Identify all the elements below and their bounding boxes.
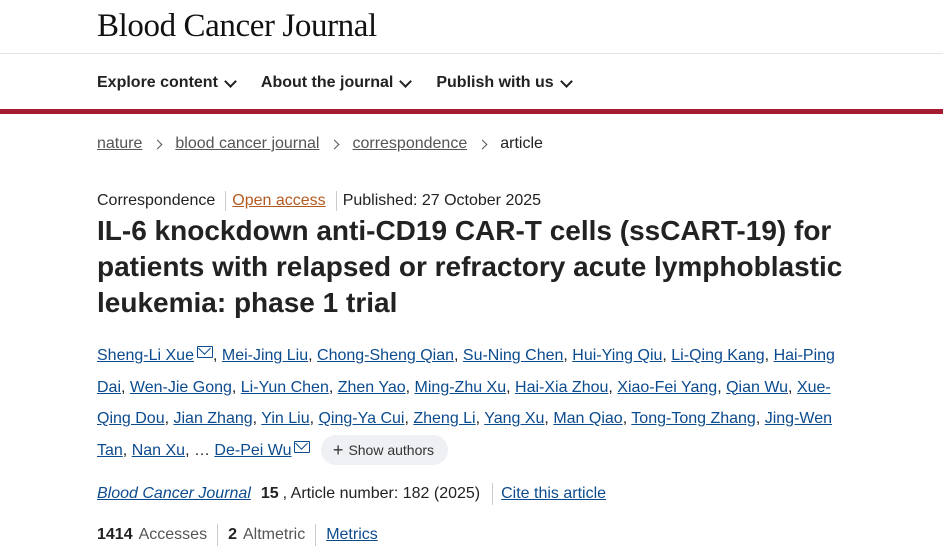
chevron-right-icon xyxy=(330,139,340,149)
citation-volume: 15 xyxy=(260,485,279,502)
chevron-down-icon xyxy=(224,74,237,88)
main-nav: Explore content About the journal Publis… xyxy=(97,66,597,100)
show-authors-label: Show authors xyxy=(348,441,435,458)
published-date: Published: 27 October 2025 xyxy=(342,192,542,209)
author-link[interactable]: Li-Yun Chen xyxy=(241,379,329,396)
breadcrumb: nature blood cancer journal corresponden… xyxy=(97,135,543,153)
author-link[interactable]: Sheng-Li Xue xyxy=(97,347,194,364)
author-list: Sheng-Li Xue, Mei-Jing Liu, Chong-Sheng … xyxy=(97,340,857,466)
divider xyxy=(217,524,219,546)
metrics-link[interactable]: Metrics xyxy=(326,526,378,544)
nav-label: Explore content xyxy=(97,74,218,91)
author-link[interactable]: Tong-Tong Zhang xyxy=(631,410,756,427)
author-link[interactable]: Ming-Zhu Xu xyxy=(415,379,507,396)
journal-title[interactable]: Blood Cancer Journal xyxy=(97,6,377,46)
citation-line: Blood Cancer Journal 15 , Article number… xyxy=(97,483,606,505)
altmetric-label: Altmetric xyxy=(242,526,306,543)
header-divider xyxy=(0,53,943,54)
nav-label: Publish with us xyxy=(436,74,554,91)
nav-about-the-journal[interactable]: About the journal xyxy=(260,74,413,92)
breadcrumb-current: article xyxy=(500,135,543,152)
author-link[interactable]: Zhen Yao xyxy=(338,379,406,396)
journal-logo[interactable]: Blood Cancer Journal xyxy=(97,6,377,50)
divider xyxy=(492,483,494,505)
breadcrumb-nature[interactable]: nature xyxy=(97,135,142,153)
author-link[interactable]: De-Pei Wu xyxy=(214,442,291,459)
chevron-down-icon xyxy=(559,74,573,88)
article-metrics: 1414 Accesses 2 Altmetric Metrics xyxy=(97,524,378,546)
author-link[interactable]: Xiao-Fei Yang xyxy=(617,379,717,396)
breadcrumb-correspondence[interactable]: correspondence xyxy=(352,135,467,153)
divider xyxy=(225,191,227,211)
citation-article-number: , Article number: 182 (2025) xyxy=(282,485,481,502)
author-link[interactable]: Su-Ning Chen xyxy=(463,347,564,364)
article-type: Correspondence xyxy=(97,192,216,209)
breadcrumb-blood-cancer-journal[interactable]: blood cancer journal xyxy=(175,135,319,153)
nav-label: About the journal xyxy=(260,74,394,91)
author-link[interactable]: Mei-Jing Liu xyxy=(222,347,308,364)
accent-bar xyxy=(0,109,943,114)
chevron-right-icon xyxy=(152,139,163,149)
author-link[interactable]: Chong-Sheng Qian xyxy=(317,347,454,364)
open-access-link[interactable]: Open access xyxy=(232,192,325,210)
author-link[interactable]: Li-Qing Kang xyxy=(671,347,764,364)
chevron-right-icon xyxy=(477,139,488,149)
author-link[interactable]: Jian Zhang xyxy=(173,410,252,427)
author-link[interactable]: Qian Wu xyxy=(726,379,788,396)
mail-icon[interactable] xyxy=(196,346,213,358)
author-link[interactable]: Hui-Ying Qiu xyxy=(572,347,662,364)
article-meta: Correspondence Open access Published: 27… xyxy=(97,191,541,211)
nav-publish-with-us[interactable]: Publish with us xyxy=(436,74,573,92)
cite-this-article-link[interactable]: Cite this article xyxy=(501,485,606,503)
author-link[interactable]: Yin Liu xyxy=(261,410,309,427)
author-link[interactable]: Wen-Jie Gong xyxy=(130,379,232,396)
altmetric-count: 2 xyxy=(228,526,237,543)
plus-icon: + xyxy=(332,440,344,461)
author-link[interactable]: Man Qiao xyxy=(553,410,622,427)
show-authors-button[interactable]: + Show authors xyxy=(320,435,449,466)
author-link[interactable]: Nan Xu xyxy=(132,442,185,459)
mail-icon[interactable] xyxy=(294,440,311,453)
author-ellipsis: … xyxy=(193,441,210,459)
accesses-label: Accesses xyxy=(138,526,208,543)
divider xyxy=(315,524,317,546)
author-link[interactable]: Zheng Li xyxy=(413,410,475,427)
accesses-count: 1414 xyxy=(97,526,133,543)
article-title: IL-6 knockdown anti-CD19 CAR-T cells (ss… xyxy=(97,215,843,318)
citation-journal-link[interactable]: Blood Cancer Journal xyxy=(97,485,251,503)
nav-explore-content[interactable]: Explore content xyxy=(97,74,237,92)
author-link[interactable]: Hai-Xia Zhou xyxy=(515,379,608,396)
author-link[interactable]: Qing-Ya Cui xyxy=(318,410,404,427)
author-link[interactable]: Yang Xu xyxy=(484,410,544,427)
divider xyxy=(335,191,337,211)
chevron-down-icon xyxy=(399,74,413,88)
